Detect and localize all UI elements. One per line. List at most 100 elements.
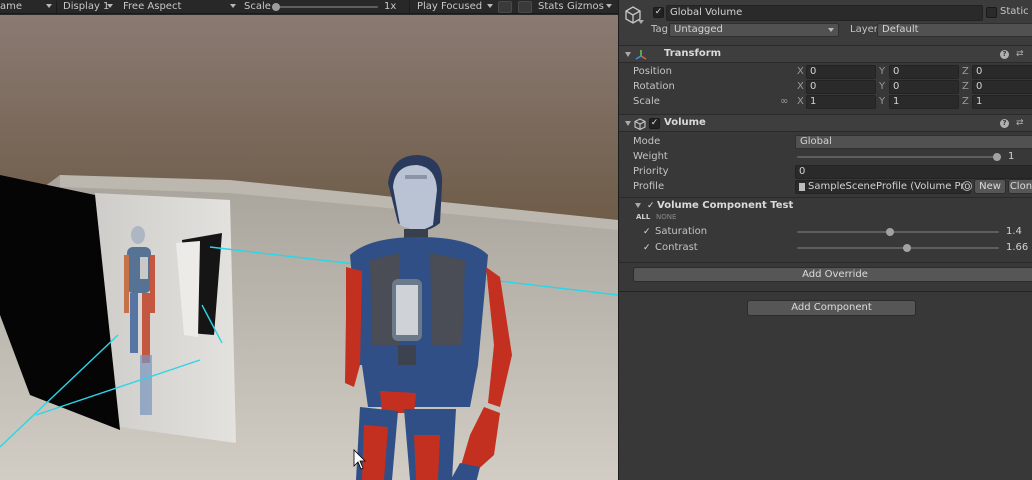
none-overrides-link[interactable]: NONE: [656, 213, 676, 221]
play-mode-arrow-icon[interactable]: [487, 0, 493, 14]
mute-audio-icon[interactable]: [498, 1, 512, 13]
z-axis-label: Z: [962, 96, 969, 107]
shortcuts-icon[interactable]: [518, 1, 532, 13]
scale-y-field[interactable]: 1: [889, 95, 959, 109]
volume-foldout-arrow-icon[interactable]: [625, 121, 631, 126]
scale-label: Scale: [633, 96, 660, 107]
position-x-field[interactable]: 0: [806, 65, 876, 79]
scale-value: 1x: [384, 1, 397, 12]
weight-slider-handle[interactable]: [993, 153, 1001, 161]
transform-foldout-arrow-icon[interactable]: [625, 52, 631, 57]
contrast-label: Contrast: [655, 242, 698, 253]
transform-header[interactable]: Transform ? ⇄: [619, 45, 1032, 63]
profile-object-field[interactable]: SampleSceneProfile (Volume Profile: [795, 180, 971, 194]
position-label: Position: [633, 66, 672, 77]
saturation-value-field[interactable]: 1.4: [1002, 225, 1032, 239]
scale-row: Scale ∞ X 1 Y 1 Z 1: [619, 95, 1032, 109]
help-icon[interactable]: ?: [1000, 50, 1009, 59]
game-view-toolbar: ame Display 1 Free Aspect Scale 1x Play …: [0, 0, 618, 14]
play-mode-dropdown[interactable]: Play Focused: [417, 0, 482, 14]
game-view[interactable]: ame Display 1 Free Aspect Scale 1x Play …: [0, 0, 618, 480]
scale-slider-handle[interactable]: [272, 3, 280, 11]
gizmos-toggle[interactable]: Gizmos: [567, 0, 604, 14]
priority-row: Priority 0: [619, 165, 1032, 179]
static-checkbox[interactable]: [986, 7, 997, 18]
game-tab-label[interactable]: ame: [0, 0, 22, 14]
tag-dropdown[interactable]: Untagged: [669, 23, 839, 37]
saturation-row: ✓ Saturation 1.4: [619, 225, 1032, 239]
toolbar-divider: [409, 1, 410, 13]
rotation-z-field[interactable]: 0: [972, 80, 1032, 94]
contrast-value-field[interactable]: 1.66: [1002, 241, 1032, 255]
rotation-row: Rotation X 0 Y 0 Z 0: [619, 80, 1032, 94]
weight-row: Weight 1: [619, 150, 1032, 164]
component-enabled-check-icon[interactable]: ✓: [647, 199, 655, 213]
position-y-field[interactable]: 0: [889, 65, 959, 79]
mode-value: Global: [800, 136, 832, 147]
constrain-proportions-icon[interactable]: ∞: [780, 96, 788, 108]
game-tab-menu-icon[interactable]: [46, 0, 52, 14]
override-toggle-row: ALL NONE: [619, 213, 1032, 224]
volume-header[interactable]: ✓ Volume ? ⇄: [619, 114, 1032, 132]
add-component-button[interactable]: Add Component: [747, 300, 916, 316]
scale-z-field[interactable]: 1: [972, 95, 1032, 109]
saturation-slider-track[interactable]: [797, 231, 999, 233]
layer-label: Layer: [850, 24, 878, 35]
rotation-label: Rotation: [633, 81, 675, 92]
saturation-slider-handle[interactable]: [886, 228, 894, 236]
display-dropdown[interactable]: Display 1: [63, 0, 109, 14]
scale-x-field[interactable]: 1: [806, 95, 876, 109]
transform-title: Transform: [664, 48, 722, 59]
volume-enabled-checkbox[interactable]: ✓: [649, 118, 660, 129]
layer-value: Default: [882, 24, 919, 35]
saturation-label: Saturation: [655, 226, 708, 237]
stats-toggle[interactable]: Stats: [538, 0, 564, 14]
contrast-row: ✓ Contrast 1.66: [619, 241, 1032, 255]
volume-component-header[interactable]: ✓ Volume Component Test: [619, 199, 1032, 213]
weight-slider-track[interactable]: [797, 156, 1001, 158]
rotation-y-field[interactable]: 0: [889, 80, 959, 94]
priority-field[interactable]: 0: [795, 165, 1032, 179]
transform-axis-icon: [635, 50, 647, 60]
x-axis-label: X: [797, 81, 804, 92]
prefab-menu-arrow-icon[interactable]: [638, 20, 644, 24]
y-axis-label: Y: [879, 66, 886, 77]
help-icon[interactable]: ?: [1000, 119, 1009, 128]
toolbar-divider: [56, 1, 57, 13]
x-axis-label: X: [797, 96, 804, 107]
saturation-override-check-icon[interactable]: ✓: [643, 225, 651, 239]
all-overrides-link[interactable]: ALL: [636, 213, 650, 221]
layer-dropdown[interactable]: Default: [877, 23, 1032, 37]
object-name-field[interactable]: Global Volume: [666, 5, 983, 21]
position-z-field[interactable]: 0: [972, 65, 1032, 79]
volume-title: Volume: [664, 117, 706, 128]
contrast-slider-handle[interactable]: [903, 244, 911, 252]
mode-dropdown[interactable]: Global: [795, 135, 1032, 149]
inspector-panel: ✓ Global Volume Static Tag Untagged Laye…: [618, 0, 1032, 480]
scene-render: [0, 15, 618, 480]
section-divider: [619, 291, 1032, 292]
asset-file-icon: [799, 183, 805, 191]
object-header: ✓ Global Volume Static Tag Untagged Laye…: [619, 0, 1032, 46]
presets-icon[interactable]: ⇄: [1016, 119, 1025, 128]
aspect-dropdown-arrow-icon[interactable]: [230, 0, 236, 14]
display-dropdown-arrow-icon[interactable]: [107, 0, 113, 14]
aspect-dropdown[interactable]: Free Aspect: [123, 0, 181, 14]
clone-profile-button[interactable]: Clone: [1008, 179, 1032, 194]
gizmos-arrow-icon[interactable]: [606, 0, 612, 14]
scale-slider-track[interactable]: [272, 6, 378, 8]
contrast-slider-track[interactable]: [797, 247, 999, 249]
active-checkbox[interactable]: ✓: [653, 7, 664, 18]
presets-icon[interactable]: ⇄: [1016, 50, 1025, 59]
weight-value-field[interactable]: 1: [1004, 150, 1032, 164]
new-profile-button[interactable]: New: [974, 179, 1006, 194]
object-picker-icon[interactable]: [962, 181, 972, 191]
profile-row: Profile SampleSceneProfile (Volume Profi…: [619, 179, 1032, 194]
x-axis-label: X: [797, 66, 804, 77]
weight-label: Weight: [633, 151, 668, 162]
contrast-override-check-icon[interactable]: ✓: [643, 241, 651, 255]
z-axis-label: Z: [962, 66, 969, 77]
component-foldout-arrow-icon[interactable]: [635, 203, 641, 208]
add-override-button[interactable]: Add Override: [633, 267, 1032, 282]
rotation-x-field[interactable]: 0: [806, 80, 876, 94]
